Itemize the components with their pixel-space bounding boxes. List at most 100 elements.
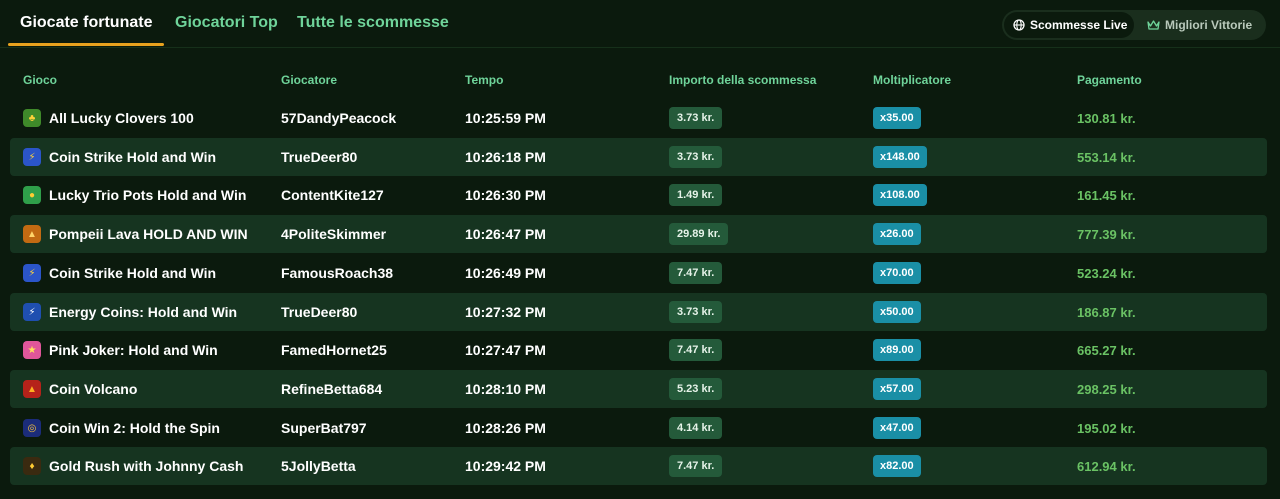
bet-time: 10:25:59 PM	[465, 110, 546, 126]
column-header-time: Tempo	[465, 73, 504, 87]
payout-amount: 523.24 kr.	[1077, 265, 1136, 281]
game-cell[interactable]: ▲ Pompeii Lava HOLD AND WIN	[23, 215, 248, 253]
payout-amount: 777.39 kr.	[1077, 226, 1136, 242]
bet-time: 10:26:18 PM	[465, 149, 546, 165]
player-name: TrueDeer80	[281, 149, 358, 165]
tab-tutte-le-scommesse[interactable]: Tutte le scommesse	[297, 14, 449, 32]
game-cell[interactable]: ⚡ Coin Strike Hold and Win	[23, 254, 216, 292]
bet-amount-cell: 3.73 kr.	[669, 138, 723, 176]
multiplier-badge: x148.00	[873, 146, 927, 168]
game-name: Coin Win 2: Hold the Spin	[49, 420, 220, 436]
multiplier-badge: x26.00	[873, 223, 921, 245]
table-row[interactable]: ● Lucky Trio Pots Hold and Win ContentKi…	[10, 176, 1267, 214]
multiplier-badge: x47.00	[873, 417, 921, 439]
payout-amount: 195.02 kr.	[1077, 420, 1136, 436]
game-name: Energy Coins: Hold and Win	[49, 304, 238, 320]
payout-amount: 161.45 kr.	[1077, 187, 1136, 203]
pink-joker-icon: ★	[23, 341, 41, 359]
bet-amount-cell: 29.89 kr.	[669, 215, 729, 253]
player-name: TrueDeer80	[281, 304, 358, 320]
bet-amount-cell: 7.47 kr.	[669, 447, 723, 485]
table-row[interactable]: ▲ Pompeii Lava HOLD AND WIN 4PoliteSkimm…	[10, 215, 1267, 253]
bet-amount-badge: 29.89 kr.	[669, 223, 729, 245]
payout-cell: 298.25 kr.	[1077, 370, 1136, 408]
bet-amount-badge: 1.49 kr.	[669, 184, 723, 206]
game-cell[interactable]: ⚡ Coin Strike Hold and Win	[23, 138, 216, 176]
payout-cell: 130.81 kr.	[1077, 99, 1136, 137]
tabs-bar: Giocate fortunate Giocatori Top Tutte le…	[0, 0, 1280, 48]
volcano-icon: ▲	[23, 380, 41, 398]
best-wins-button[interactable]: Migliori Vittorie	[1138, 12, 1264, 38]
table-row[interactable]: ♣ All Lucky Clovers 100 57DandyPeacock 1…	[10, 99, 1267, 137]
multiplier-cell: x57.00	[873, 370, 921, 408]
multiplier-badge: x82.00	[873, 455, 921, 477]
bet-amount-badge: 7.47 kr.	[669, 455, 723, 477]
game-name: Gold Rush with Johnny Cash	[49, 458, 244, 474]
column-header-player: Giocatore	[281, 73, 338, 87]
payout-amount: 130.81 kr.	[1077, 110, 1136, 126]
column-header-game: Gioco	[23, 73, 58, 87]
bet-amount-cell: 7.47 kr.	[669, 254, 723, 292]
payout-amount: 553.14 kr.	[1077, 149, 1136, 165]
bet-time: 10:27:32 PM	[465, 304, 546, 320]
payout-cell: 553.14 kr.	[1077, 138, 1136, 176]
payout-cell: 195.02 kr.	[1077, 409, 1136, 447]
bet-amount-badge: 3.73 kr.	[669, 107, 723, 129]
table-row[interactable]: ⚡ Coin Strike Hold and Win FamousRoach38…	[10, 254, 1267, 292]
table-row[interactable]: ◎ Coin Win 2: Hold the Spin SuperBat797 …	[10, 409, 1267, 447]
game-cell[interactable]: ♣ All Lucky Clovers 100	[23, 99, 194, 137]
bet-time: 10:26:47 PM	[465, 226, 546, 242]
payout-amount: 665.27 kr.	[1077, 342, 1136, 358]
game-name: Coin Volcano	[49, 381, 138, 397]
multiplier-badge: x70.00	[873, 262, 921, 284]
best-wins-label: Migliori Vittorie	[1165, 18, 1253, 32]
game-name: Coin Strike Hold and Win	[49, 265, 217, 281]
player-name: ContentKite127	[281, 187, 384, 203]
energy-coin-icon: ⚡	[23, 303, 41, 321]
table-row[interactable]: ▲ Coin Volcano RefineBetta684 10:28:10 P…	[10, 370, 1267, 408]
globe-icon	[1013, 19, 1025, 31]
multiplier-cell: x108.00	[873, 176, 927, 214]
game-cell[interactable]: ● Lucky Trio Pots Hold and Win	[23, 176, 246, 214]
coin-strike-icon: ⚡	[23, 148, 41, 166]
payout-cell: 186.87 kr.	[1077, 293, 1136, 331]
bet-amount-cell: 4.14 kr.	[669, 409, 723, 447]
bet-time: 10:28:10 PM	[465, 381, 546, 397]
multiplier-cell: x35.00	[873, 99, 921, 137]
game-name: All Lucky Clovers 100	[49, 110, 194, 126]
payout-amount: 612.94 kr.	[1077, 458, 1136, 474]
live-bets-button[interactable]: Scommesse Live	[1004, 12, 1134, 38]
game-cell[interactable]: ★ Pink Joker: Hold and Win	[23, 331, 218, 369]
player-name: 5JollyBetta	[281, 458, 356, 474]
game-name: Coin Strike Hold and Win	[49, 149, 217, 165]
table-row[interactable]: ⚡ Energy Coins: Hold and Win TrueDeer80 …	[10, 293, 1267, 331]
bet-amount-cell: 1.49 kr.	[669, 176, 723, 214]
game-cell[interactable]: ▲ Coin Volcano	[23, 370, 137, 408]
player-name: SuperBat797	[281, 420, 367, 436]
multiplier-cell: x70.00	[873, 254, 921, 292]
column-header-multiplier: Moltiplicatore	[873, 73, 952, 87]
game-cell[interactable]: ♦ Gold Rush with Johnny Cash	[23, 447, 243, 485]
bet-amount-badge: 3.73 kr.	[669, 301, 723, 323]
bet-amount-badge: 4.14 kr.	[669, 417, 723, 439]
game-cell[interactable]: ⚡ Energy Coins: Hold and Win	[23, 293, 237, 331]
multiplier-cell: x82.00	[873, 447, 921, 485]
game-cell[interactable]: ◎ Coin Win 2: Hold the Spin	[23, 409, 220, 447]
game-name: Pompeii Lava HOLD AND WIN	[49, 226, 248, 242]
tab-giocatori-top[interactable]: Giocatori Top	[175, 14, 278, 32]
player-name: RefineBetta684	[281, 381, 383, 397]
table-row[interactable]: ★ Pink Joker: Hold and Win FamedHornet25…	[10, 331, 1267, 369]
bet-time: 10:26:30 PM	[465, 187, 546, 203]
multiplier-cell: x47.00	[873, 409, 921, 447]
volcano-lava-icon: ▲	[23, 225, 41, 243]
table-row[interactable]: ⚡ Coin Strike Hold and Win TrueDeer80 10…	[10, 138, 1267, 176]
multiplier-cell: x148.00	[873, 138, 927, 176]
tab-giocate-fortunate[interactable]: Giocate fortunate	[20, 14, 152, 32]
payout-amount: 298.25 kr.	[1077, 381, 1136, 397]
multiplier-badge: x108.00	[873, 184, 927, 206]
multiplier-cell: x50.00	[873, 293, 921, 331]
player-name: FamedHornet25	[281, 342, 387, 358]
live-bets-label: Scommesse Live	[1030, 18, 1128, 32]
table-row[interactable]: ♦ Gold Rush with Johnny Cash 5JollyBetta…	[10, 447, 1267, 485]
bet-time: 10:28:26 PM	[465, 420, 546, 436]
